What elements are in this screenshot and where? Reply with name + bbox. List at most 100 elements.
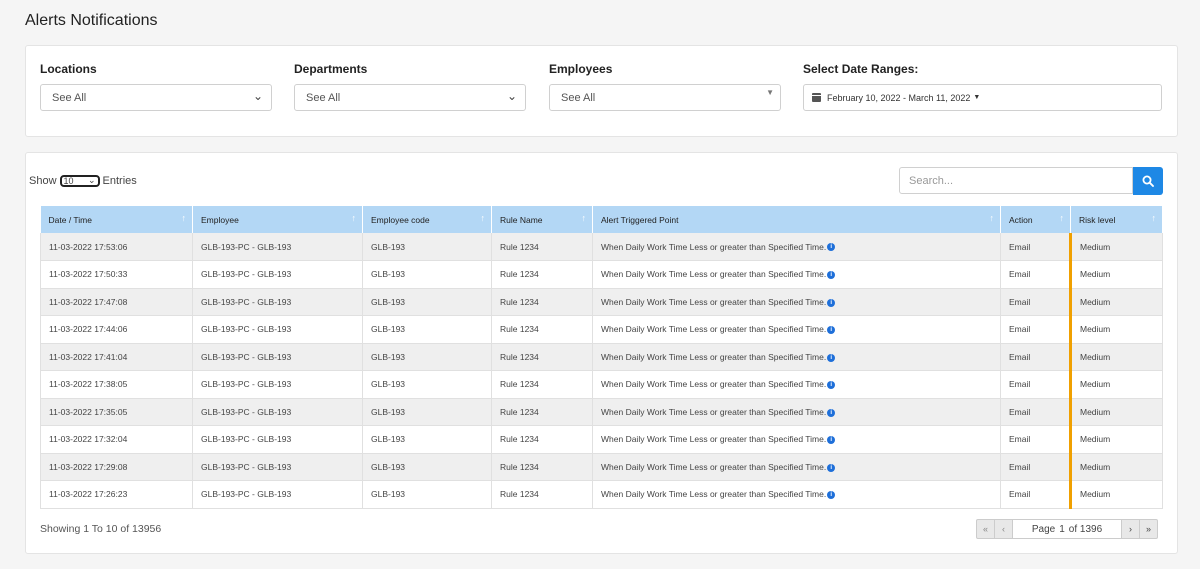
alert-trigger-cell-text: When Daily Work Time Less or greater tha…	[601, 324, 827, 335]
entries-select[interactable]: 10 ⌄	[59, 175, 100, 187]
table-row[interactable]: 11-03-2022 17:50:33 GLB-193-PC - GLB-193 G…	[40, 260, 1163, 289]
info-icon[interactable]: i	[827, 243, 836, 252]
rule-name-cell: Rule 1234	[491, 315, 593, 344]
datetime-cell-text: 11-03-2022 17:41:04	[49, 351, 128, 362]
alert-trigger-cell: When Daily Work Time Less or greater tha…	[592, 480, 1001, 509]
employees-label: Employees	[549, 62, 613, 76]
rule-name-cell: Rule 1234	[491, 480, 593, 509]
employee-cell-text: GLB-193-PC - GLB-193	[201, 489, 292, 500]
alert-trigger-cell-text: When Daily Work Time Less or greater tha…	[601, 379, 827, 390]
info-icon[interactable]: i	[827, 381, 836, 389]
rule-name-cell-text: Rule 1234	[500, 324, 539, 335]
table-row[interactable]: 11-03-2022 17:44:06 GLB-193-PC - GLB-193 G…	[40, 315, 1163, 344]
action-cell: Email	[1000, 315, 1071, 344]
datetime-cell: 11-03-2022 17:41:04	[40, 343, 193, 371]
column-header[interactable]: Rule Name ↑	[491, 206, 593, 233]
alert-trigger-cell-text: When Daily Work Time Less or greater tha…	[601, 434, 827, 445]
alert-trigger-cell-text: When Daily Work Time Less or greater tha…	[601, 489, 827, 500]
rule-name-cell-text: Rule 1234	[500, 489, 539, 500]
sort-arrow-icon[interactable]: ↑	[481, 213, 486, 223]
employee-code-cell: GLB-193	[362, 480, 492, 509]
show-label: Show	[29, 175, 57, 187]
rule-name-cell: Rule 1234	[491, 398, 593, 426]
risk-level-cell: Medium	[1069, 343, 1163, 371]
table-row[interactable]: 11-03-2022 17:38:05 GLB-193-PC - GLB-193 G…	[40, 370, 1163, 399]
action-cell-text: Email	[1009, 241, 1031, 252]
employee-code-cell-text: GLB-193	[371, 434, 406, 445]
sort-arrow-icon[interactable]: ↑	[990, 213, 995, 223]
table-row[interactable]: 11-03-2022 17:29:08 GLB-193-PC - GLB-193 G…	[40, 453, 1163, 481]
sort-arrow-icon[interactable]: ↑	[352, 213, 357, 223]
rule-name-cell-text: Rule 1234	[500, 351, 539, 362]
info-icon[interactable]: i	[827, 436, 836, 444]
search-button[interactable]	[1133, 167, 1163, 195]
employee-cell-text: GLB-193-PC - GLB-193	[201, 296, 292, 307]
alert-trigger-cell-text: When Daily Work Time Less or greater tha…	[601, 351, 827, 362]
info-icon[interactable]: i	[827, 353, 836, 362]
action-cell: Email	[1000, 288, 1071, 316]
locations-label: Locations	[40, 62, 97, 76]
column-header[interactable]: Action ↑	[1000, 206, 1071, 233]
employee-code-cell: GLB-193	[362, 453, 492, 481]
rule-name-cell: Rule 1234	[491, 288, 593, 316]
info-icon[interactable]: i	[827, 491, 836, 499]
calendar-icon	[812, 93, 821, 102]
action-cell-text: Email	[1009, 406, 1031, 417]
rule-name-cell: Rule 1234	[491, 425, 593, 454]
sort-arrow-icon[interactable]: ↑	[182, 213, 187, 223]
sort-arrow-icon[interactable]: ↑	[582, 213, 587, 223]
column-header[interactable]: Date / Time ↑	[40, 206, 193, 233]
datetime-cell-text: 11-03-2022 17:38:05	[49, 379, 128, 390]
datetime-cell-text: 11-03-2022 17:47:08	[49, 296, 128, 307]
table-body: 11-03-2022 17:53:06 GLB-193-PC - GLB-193 G…	[40, 233, 1163, 509]
alert-trigger-cell-text: When Daily Work Time Less or greater tha…	[601, 296, 827, 307]
alert-trigger-cell: When Daily Work Time Less or greater tha…	[592, 315, 1001, 344]
employee-cell-text: GLB-193-PC - GLB-193	[201, 351, 292, 362]
info-icon[interactable]: i	[827, 298, 836, 307]
risk-level-cell-text: Medium	[1080, 241, 1111, 252]
info-icon[interactable]: i	[827, 326, 836, 334]
column-header[interactable]: Employee code ↑	[362, 206, 492, 233]
page-current[interactable]: 1	[1059, 524, 1065, 535]
sort-arrow-icon[interactable]: ↑	[1152, 213, 1157, 223]
action-cell: Email	[1000, 480, 1071, 509]
column-header[interactable]: Alert Triggered Point ↑	[592, 206, 1001, 233]
info-icon[interactable]: i	[827, 271, 836, 279]
caret-down-icon: ▼	[766, 88, 774, 97]
employee-cell: GLB-193-PC - GLB-193	[192, 288, 363, 316]
risk-level-cell: Medium	[1069, 260, 1163, 289]
employee-cell-text: GLB-193-PC - GLB-193	[201, 434, 292, 445]
datetime-cell-text: 11-03-2022 17:32:04	[49, 434, 128, 445]
table-row[interactable]: 11-03-2022 17:35:05 GLB-193-PC - GLB-193 G…	[40, 398, 1163, 426]
employees-select[interactable]: See All ▼	[549, 84, 781, 111]
employees-value: See All	[561, 91, 596, 104]
datetime-cell: 11-03-2022 17:35:05	[40, 398, 193, 426]
prev-page-button[interactable]: ‹	[995, 520, 1013, 538]
table-row[interactable]: 11-03-2022 17:32:04 GLB-193-PC - GLB-193 G…	[40, 425, 1163, 454]
info-icon[interactable]: i	[827, 463, 836, 472]
rule-name-cell-text: Rule 1234	[500, 461, 539, 472]
departments-filter: Departments See All ⌄	[294, 62, 526, 111]
action-cell: Email	[1000, 398, 1071, 426]
locations-select[interactable]: See All ⌄	[40, 84, 272, 111]
date-range-picker[interactable]: February 10, 2022 - March 11, 2022 ▼	[803, 84, 1162, 111]
departments-select[interactable]: See All ⌄	[294, 84, 526, 111]
info-icon[interactable]: i	[827, 408, 836, 417]
search-input[interactable]: Search...	[899, 167, 1133, 194]
table-row[interactable]: 11-03-2022 17:41:04 GLB-193-PC - GLB-193 G…	[40, 343, 1163, 371]
sort-arrow-icon[interactable]: ↑	[1060, 213, 1065, 223]
table-row[interactable]: 11-03-2022 17:26:23 GLB-193-PC - GLB-193 G…	[40, 480, 1163, 509]
first-page-button[interactable]: «	[977, 520, 995, 538]
locations-filter: Locations See All ⌄	[40, 62, 272, 111]
risk-level-cell-text: Medium	[1080, 269, 1111, 280]
next-page-button[interactable]: ›	[1121, 520, 1139, 538]
table-row[interactable]: 11-03-2022 17:47:08 GLB-193-PC - GLB-193 G…	[40, 288, 1163, 316]
table-row[interactable]: 11-03-2022 17:53:06 GLB-193-PC - GLB-193 G…	[40, 233, 1163, 261]
chevron-down-icon: ⌄	[87, 175, 96, 185]
employee-cell: GLB-193-PC - GLB-193	[192, 233, 363, 261]
column-header[interactable]: Employee ↑	[192, 206, 363, 233]
column-header[interactable]: Risk level ↑	[1070, 206, 1163, 233]
datetime-cell: 11-03-2022 17:44:06	[40, 315, 193, 344]
last-page-button[interactable]: »	[1139, 520, 1157, 538]
action-cell-text: Email	[1009, 489, 1031, 500]
